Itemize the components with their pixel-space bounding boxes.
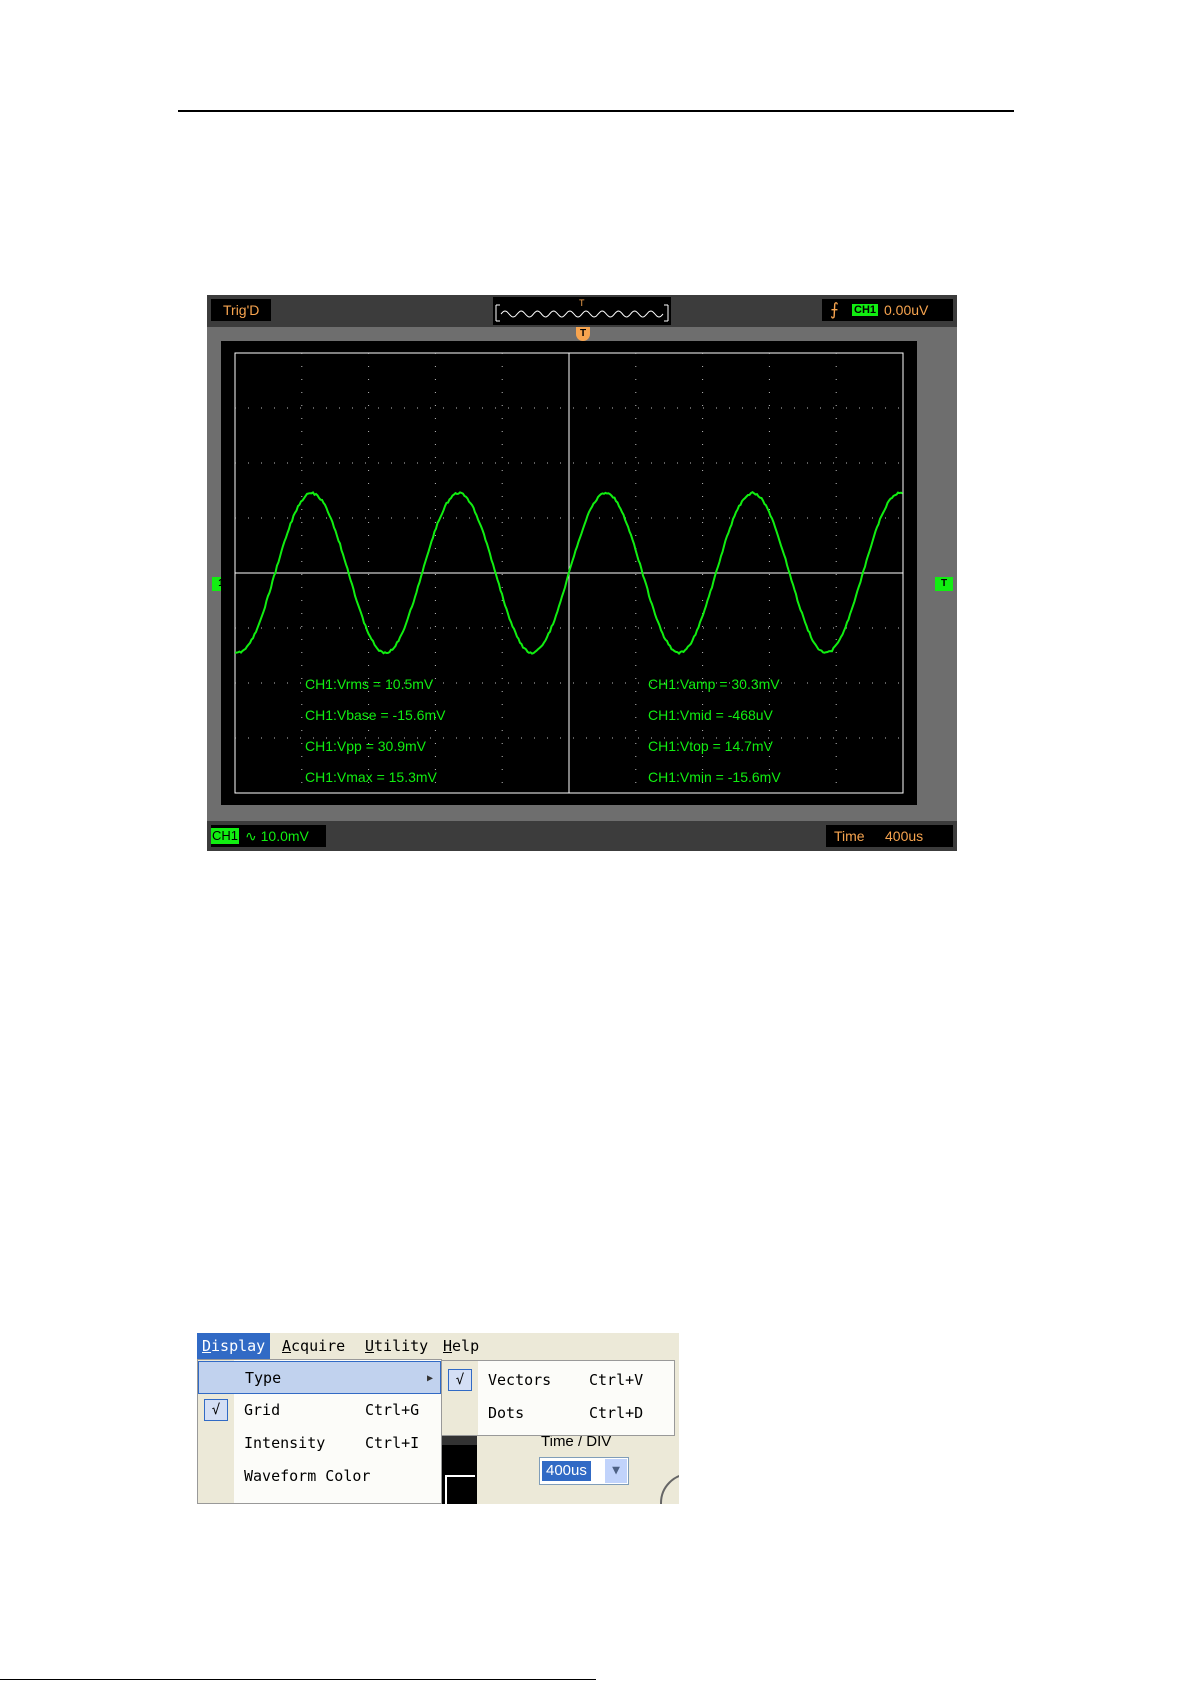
time-div-select[interactable]: 400us ▼: [539, 1457, 629, 1485]
chevron-down-icon[interactable]: ▼: [605, 1459, 627, 1483]
menu-item-shortcut: Ctrl+I: [365, 1427, 419, 1460]
measurement-vtop: CH1:Vtop = 14.7mV: [648, 738, 773, 754]
footer-rule: [0, 1679, 596, 1680]
menu-item-label: Grid: [244, 1394, 280, 1427]
trigger-channel: CH1: [852, 304, 878, 316]
menu-item-label: Type: [245, 1362, 281, 1395]
menu-item-waveform-color[interactable]: Waveform Color: [198, 1460, 441, 1493]
menu-item-intensity[interactable]: Intensity Ctrl+I: [198, 1427, 441, 1460]
channel-volts-div: ∿ 10.0mV: [245, 825, 309, 847]
time-div-value: 400us: [542, 1461, 591, 1481]
measurement-vrms: CH1:Vrms = 10.5mV: [305, 676, 433, 692]
waveform-graticule: [221, 341, 917, 805]
menu-acquire[interactable]: Acquire: [277, 1333, 350, 1359]
waveform-preview-graphic: T: [493, 297, 671, 325]
check-icon: √: [448, 1369, 472, 1391]
measurement-vbase: CH1:Vbase = -15.6mV: [305, 707, 445, 723]
timebase-label: Time: [834, 825, 865, 847]
measurement-vamp: CH1:Vamp = 30.3mV: [648, 676, 780, 692]
submenu-item-label: Vectors: [488, 1364, 551, 1397]
trigger-status: Trig'D: [211, 299, 271, 321]
trigger-info: ⨍ CH1 0.00uV: [822, 299, 953, 321]
waveform-display: CH1:Vrms = 10.5mV CH1:Vbase = -15.6mV CH…: [221, 341, 917, 805]
submenu-arrow-icon: ▶: [427, 1362, 433, 1395]
trigger-position-marker: T: [576, 327, 590, 341]
menu-help[interactable]: Help: [438, 1333, 484, 1359]
menu-item-shortcut: Ctrl+G: [365, 1394, 419, 1427]
type-submenu: √ Vectors Ctrl+V Dots Ctrl+D: [441, 1360, 675, 1436]
scope-top-bar: Trig'D T ⨍ CH1 0.00uV: [207, 295, 957, 327]
submenu-item-shortcut: Ctrl+V: [589, 1364, 643, 1397]
menu-bar: Display Acquire Utility Help: [197, 1333, 679, 1359]
measurement-vmax: CH1:Vmax = 15.3mV: [305, 769, 437, 785]
preview-trigger-mark: T: [579, 298, 585, 308]
check-icon: √: [204, 1399, 228, 1421]
menu-item-type[interactable]: Type ▶: [198, 1361, 441, 1394]
scope-screen-frame: T 1 T CH1:Vrms = 10.5mV CH1:Vbase = -15.…: [207, 327, 957, 821]
oscilloscope-screenshot: Trig'D T ⨍ CH1 0.00uV T 1 T CH1:Vrms = 1…: [207, 295, 957, 851]
mini-screen-frame: [445, 1475, 475, 1504]
waveform-preview: T: [493, 297, 671, 325]
submenu-item-dots[interactable]: Dots Ctrl+D: [442, 1397, 674, 1430]
menu-item-grid[interactable]: √ Grid Ctrl+G: [198, 1394, 441, 1427]
channel-tag: CH1: [211, 828, 239, 844]
submenu-item-shortcut: Ctrl+D: [589, 1397, 643, 1430]
submenu-item-vectors[interactable]: √ Vectors Ctrl+V: [442, 1364, 674, 1397]
menu-item-label: Waveform Color: [244, 1460, 370, 1493]
timebase-value: 400us: [885, 825, 923, 847]
channel-scale-box: CH1 ∿ 10.0mV: [211, 825, 326, 847]
measurement-vmid: CH1:Vmid = -468uV: [648, 707, 773, 723]
scope-bottom-bar: CH1 ∿ 10.0mV Time 400us: [207, 821, 957, 851]
submenu-item-label: Dots: [488, 1397, 524, 1430]
rising-edge-icon: ⨍: [830, 300, 839, 320]
trigger-level-marker: T: [935, 577, 953, 591]
trigger-level: 0.00uV: [884, 299, 928, 321]
header-rule: [178, 110, 1014, 112]
display-dropdown: Type ▶ √ Grid Ctrl+G Intensity Ctrl+I Wa…: [197, 1359, 442, 1504]
measurement-vpp: CH1:Vpp = 30.9mV: [305, 738, 426, 754]
preview-waveform: [501, 311, 663, 317]
timebase-box: Time 400us: [826, 825, 953, 847]
measurement-vmin: CH1:Vmin = -15.6mV: [648, 769, 781, 785]
menu-item-label: Intensity: [244, 1427, 325, 1460]
menu-display[interactable]: Display: [197, 1333, 270, 1359]
display-menu-screenshot: Time / DIV 400us ▼ Display Acquire Utili…: [197, 1333, 679, 1504]
menu-utility[interactable]: Utility: [360, 1333, 433, 1359]
